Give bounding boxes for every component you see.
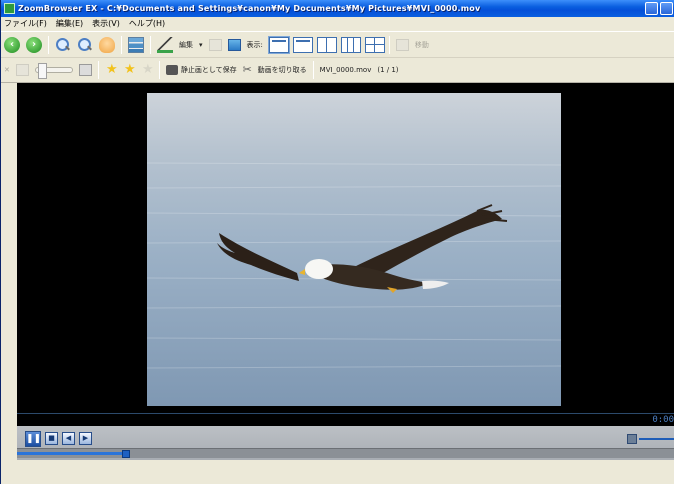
view-grid-button[interactable] [364,36,385,53]
time-display: 0:00 [652,415,674,425]
toolbar-separator [312,61,314,79]
view-single-button[interactable] [267,35,290,54]
hand-icon[interactable] [99,36,115,53]
fullscreen-icon[interactable] [78,64,92,76]
scissors-icon: ✂ [242,63,252,76]
volume-icon[interactable] [627,434,637,444]
status-area [17,460,674,484]
zoom-out-icon[interactable] [77,37,93,53]
volume-slider[interactable] [639,438,674,440]
save-still-button[interactable]: 静止画として保存 [181,65,237,75]
close-icon[interactable]: ✕ [4,66,10,74]
menu-edit[interactable]: 編集(E) [56,18,83,29]
star-icon[interactable]: ★ [105,62,119,78]
move-button[interactable]: 移動 [415,40,429,50]
zoom-slider[interactable] [34,63,73,79]
eagle-photo [147,93,561,406]
left-panel-edge [1,83,17,484]
toolbar-separator [158,61,160,79]
cut-movie-button[interactable]: 動画を切り取る [258,65,307,75]
seek-bar[interactable] [17,448,674,458]
camera-icon [165,65,178,75]
view-three-pane-button[interactable] [340,36,361,53]
menu-file[interactable]: ファイル(F) [4,18,47,29]
toolbar-separator [48,35,49,54]
zoombrowser-window: ZoomBrowser EX - C:¥Documents and Settin… [0,0,674,484]
maximize-button[interactable] [660,2,673,15]
zoom-fit-icon[interactable] [15,64,29,76]
chevron-down-icon[interactable]: ▾ [199,41,203,49]
playback-controls: ❚❚ ■ ◀ ▶ [17,426,674,460]
stop-button[interactable]: ■ [45,432,58,445]
seek-progress [17,452,126,455]
file-counter: (1 / 1) [377,66,399,74]
movie-toolbar: ✕ ★ ★ ★ 静止画として保存 ✂ 動画を切り取る MVI_0000.mov … [1,57,674,83]
toolbar-separator [121,35,122,54]
star-empty-icon[interactable]: ★ [141,62,155,78]
minimize-button[interactable] [645,2,658,15]
main-toolbar: ‹ › 編集 ▾ 表示: 移動 [1,31,674,57]
toolbar-separator [150,35,151,54]
arrow-left-icon[interactable]: ‹ [4,36,20,53]
view-label: 表示: [246,40,263,49]
menu-help[interactable]: ヘルプ(H) [129,18,165,29]
next-frame-button[interactable]: ▶ [79,432,92,445]
view-two-pane-button[interactable] [316,36,337,53]
seek-handle[interactable] [122,450,130,458]
star-icon[interactable]: ★ [123,62,137,78]
zoom-in-icon[interactable] [55,37,71,53]
photo-icon[interactable] [227,38,241,51]
title-bar: ZoomBrowser EX - C:¥Documents and Settin… [1,0,674,17]
pause-button[interactable]: ❚❚ [25,431,41,447]
move-icon[interactable] [395,38,409,51]
print-icon[interactable] [208,38,222,51]
image-stack-icon[interactable] [128,36,144,53]
toolbar-separator [388,35,390,54]
video-frame [147,93,561,406]
view-filmstrip-button[interactable] [292,36,313,53]
edit-menu-button[interactable]: 編集 [179,40,193,50]
window-title: ZoomBrowser EX - C:¥Documents and Settin… [18,4,481,13]
time-display-bar: 0:00 [17,413,674,426]
menu-bar: ファイル(F) 編集(E) 表示(V) ヘルプ(H) [1,17,674,30]
prev-frame-button[interactable]: ◀ [62,432,75,445]
toolbar-separator [97,61,99,79]
arrow-right-icon[interactable]: › [26,36,42,53]
window-controls [645,2,673,15]
menu-view[interactable]: 表示(V) [92,18,120,29]
app-icon [4,3,15,14]
edit-pen-icon[interactable] [157,36,173,53]
file-name: MVI_0000.mov [319,66,372,74]
